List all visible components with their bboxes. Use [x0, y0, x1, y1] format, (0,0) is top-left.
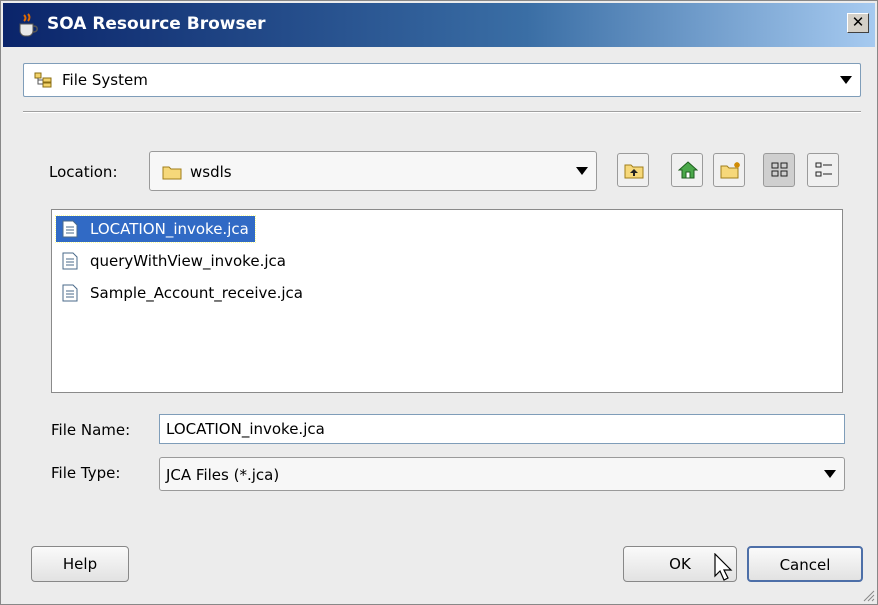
home-button[interactable] — [671, 153, 703, 187]
icon-view-icon — [771, 162, 788, 177]
folder-up-icon — [624, 164, 644, 179]
file-name-label: File Name: — [51, 421, 131, 439]
app-cup-icon — [19, 13, 38, 37]
mouse-pointer-icon — [714, 553, 733, 581]
chevron-down-icon[interactable] — [840, 76, 852, 84]
location-value: wsdls — [190, 163, 232, 181]
file-system-icon — [34, 72, 52, 88]
close-icon[interactable]: ✕ — [852, 13, 865, 31]
new-folder-button[interactable] — [713, 153, 745, 187]
location-dropdown[interactable]: wsdls — [149, 151, 597, 191]
resize-grip-icon[interactable] — [861, 588, 875, 602]
chevron-down-icon[interactable] — [576, 167, 588, 175]
list-view-button[interactable] — [807, 153, 839, 187]
resource-source-dropdown[interactable]: File System — [23, 63, 861, 97]
file-name: LOCATION_invoke.jca — [90, 220, 249, 238]
location-label: Location: — [49, 163, 118, 181]
soa-resource-browser-dialog: SOA Resource Browser ✕ File System Locat… — [0, 0, 878, 605]
divider — [23, 111, 861, 113]
new-folder-icon — [720, 162, 740, 179]
list-item[interactable]: LOCATION_invoke.jca — [55, 215, 256, 243]
file-name-input[interactable]: LOCATION_invoke.jca — [159, 414, 845, 444]
document-icon — [62, 220, 78, 238]
title-bar: SOA Resource Browser ✕ — [3, 3, 875, 47]
chevron-down-icon[interactable] — [824, 470, 836, 478]
help-button[interactable]: Help — [31, 546, 129, 582]
cancel-button[interactable]: Cancel — [747, 546, 863, 582]
file-name: Sample_Account_receive.jca — [90, 284, 303, 302]
file-list[interactable]: LOCATION_invoke.jca queryWithView_invoke… — [51, 209, 843, 393]
file-type-dropdown[interactable]: JCA Files (*.jca) — [159, 457, 845, 491]
document-icon — [62, 284, 78, 302]
file-type-value: JCA Files (*.jca) — [166, 466, 280, 484]
list-item[interactable]: queryWithView_invoke.jca — [56, 248, 292, 274]
close-button[interactable]: ✕ — [847, 13, 869, 33]
document-icon — [62, 252, 78, 270]
list-view-icon — [815, 162, 832, 177]
window-title: SOA Resource Browser — [47, 14, 266, 34]
resource-source-value: File System — [62, 71, 148, 89]
home-icon — [678, 161, 698, 179]
file-name: queryWithView_invoke.jca — [90, 252, 286, 270]
icon-view-button[interactable] — [763, 153, 795, 187]
file-type-label: File Type: — [51, 464, 121, 482]
folder-icon — [162, 166, 182, 180]
up-folder-button[interactable] — [617, 153, 649, 187]
list-item[interactable]: Sample_Account_receive.jca — [56, 280, 309, 306]
